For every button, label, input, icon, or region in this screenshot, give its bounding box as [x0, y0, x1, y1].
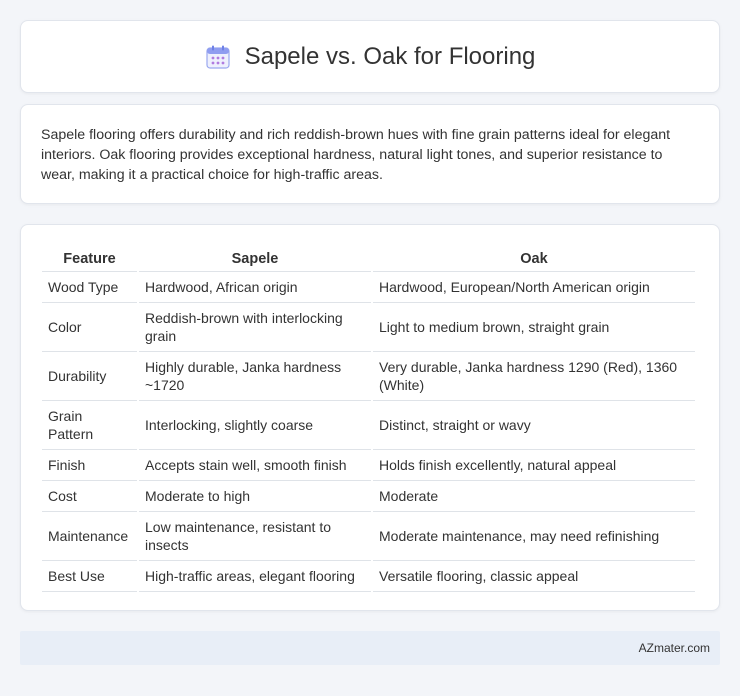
- table-row: Maintenance Low maintenance, resistant t…: [42, 512, 695, 561]
- oak-cell: Versatile flooring, classic appeal: [373, 561, 695, 592]
- oak-cell: Hardwood, European/North American origin: [373, 272, 695, 303]
- table-row: Cost Moderate to high Moderate: [42, 481, 695, 512]
- table-row: Wood Type Hardwood, African origin Hardw…: [42, 272, 695, 303]
- sapele-cell: Accepts stain well, smooth finish: [139, 450, 371, 481]
- footer-site-link[interactable]: AZmater.com: [639, 641, 710, 655]
- feature-cell: Wood Type: [42, 272, 137, 303]
- feature-cell: Finish: [42, 450, 137, 481]
- oak-cell: Moderate: [373, 481, 695, 512]
- header-feature: Feature: [42, 243, 137, 272]
- oak-cell: Very durable, Janka hardness 1290 (Red),…: [373, 352, 695, 401]
- oak-cell: Distinct, straight or wavy: [373, 401, 695, 450]
- table-row: Finish Accepts stain well, smooth finish…: [42, 450, 695, 481]
- sapele-cell: Hardwood, African origin: [139, 272, 371, 303]
- sapele-cell: Highly durable, Janka hardness ~1720: [139, 352, 371, 401]
- description-text: Sapele flooring offers durability and ri…: [41, 127, 671, 183]
- feature-cell: Maintenance: [42, 512, 137, 561]
- feature-cell: Color: [42, 303, 137, 352]
- oak-cell: Holds finish excellently, natural appeal: [373, 450, 695, 481]
- sapele-cell: Interlocking, slightly coarse: [139, 401, 371, 450]
- sapele-cell: Reddish-brown with interlocking grain: [139, 303, 371, 352]
- comparison-card: Feature Sapele Oak Wood Type Hardwood, A…: [20, 224, 720, 611]
- feature-cell: Best Use: [42, 561, 137, 592]
- table-row: Durability Highly durable, Janka hardnes…: [42, 352, 695, 401]
- description-card: Sapele flooring offers durability and ri…: [20, 104, 720, 204]
- table-row: Best Use High-traffic areas, elegant flo…: [42, 561, 695, 592]
- table-row: Color Reddish-brown with interlocking gr…: [42, 303, 695, 352]
- feature-cell: Cost: [42, 481, 137, 512]
- sapele-cell: High-traffic areas, elegant flooring: [139, 561, 371, 592]
- sapele-cell: Low maintenance, resistant to insects: [139, 512, 371, 561]
- footer-bar: AZmater.com: [20, 631, 720, 665]
- table-header-row: Feature Sapele Oak: [42, 243, 695, 272]
- header-oak: Oak: [373, 243, 695, 272]
- sapele-cell: Moderate to high: [139, 481, 371, 512]
- table-row: Grain Pattern Interlocking, slightly coa…: [42, 401, 695, 450]
- oak-cell: Light to medium brown, straight grain: [373, 303, 695, 352]
- header-sapele: Sapele: [139, 243, 371, 272]
- feature-cell: Durability: [42, 352, 137, 401]
- title-card: Sapele vs. Oak for Flooring: [20, 20, 720, 93]
- comparison-table: Feature Sapele Oak Wood Type Hardwood, A…: [40, 243, 697, 592]
- feature-cell: Grain Pattern: [42, 401, 137, 450]
- title-row: Sapele vs. Oak for Flooring: [205, 42, 536, 71]
- calendar-icon: [205, 45, 230, 69]
- page-title: Sapele vs. Oak for Flooring: [244, 42, 536, 70]
- oak-cell: Moderate maintenance, may need refinishi…: [373, 512, 695, 561]
